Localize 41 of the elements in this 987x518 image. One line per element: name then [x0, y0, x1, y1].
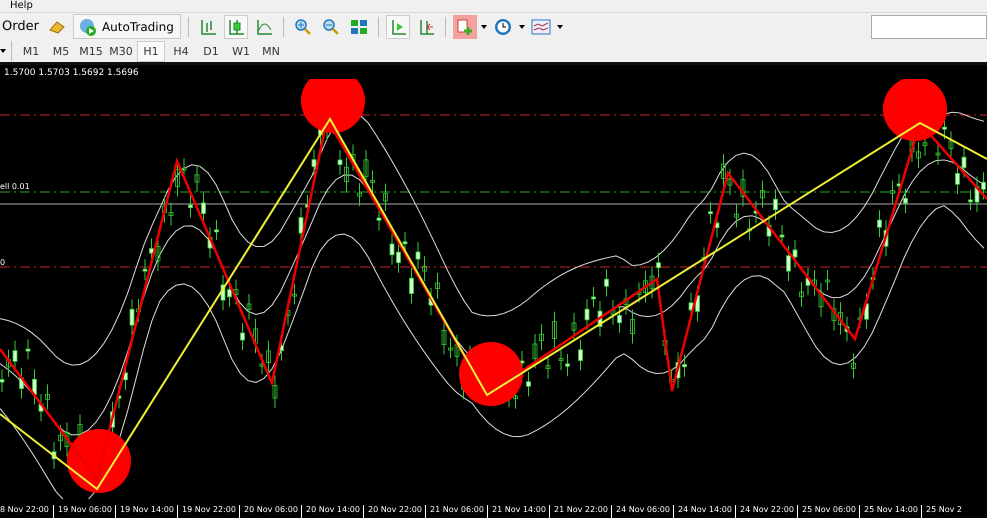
- level-label: 0: [0, 258, 6, 267]
- time-axis-label: 8 Nov 22:00: [0, 505, 50, 516]
- caret-icon: [556, 24, 563, 28]
- level-label: ell 0.01: [0, 182, 30, 191]
- time-axis-label: 19 Nov 22:00: [177, 505, 239, 518]
- candlestick-icon[interactable]: [224, 14, 248, 38]
- time-axis-label: 20 Nov 14:00: [301, 505, 363, 518]
- time-axis-label: 19 Nov 06:00: [53, 505, 115, 518]
- autotrading-button[interactable]: AutoTrading: [72, 14, 181, 39]
- time-axis-label: 19 Nov 14:00: [115, 505, 177, 518]
- timeframe-tab[interactable]: M30: [107, 40, 135, 62]
- time-axis-label: 24 Nov 22:00: [735, 505, 797, 518]
- timeframe-tab[interactable]: H4: [167, 40, 195, 62]
- time-axis-label: 25 Nov 2: [921, 505, 983, 518]
- time-axis-label: 21 Nov 14:00: [487, 505, 549, 518]
- timeframe-tab[interactable]: M5: [47, 40, 75, 62]
- time-axis-label: 25 Nov 14:00: [859, 505, 921, 518]
- timeframe-tab[interactable]: MN: [257, 40, 285, 62]
- new-order-button[interactable]: Order: [0, 14, 41, 38]
- time-axis-label: 25 Nov 06:00: [797, 505, 859, 518]
- ohlc-readout: 1.5700 1.5703 1.5692 1.5696: [4, 68, 139, 78]
- timeframe-tab[interactable]: M15: [77, 40, 105, 62]
- timeframe-tab[interactable]: M1: [17, 40, 45, 62]
- time-axis-label: 24 Nov 06:00: [611, 505, 673, 518]
- time-axis-label: 21 Nov 06:00: [425, 505, 487, 518]
- add-indicator-icon[interactable]: [452, 14, 477, 38]
- timeframe-tab[interactable]: H1: [137, 40, 165, 62]
- timeframe-tab[interactable]: D1: [197, 40, 225, 62]
- time-axis-label: 21 Nov 22:00: [549, 505, 611, 518]
- time-axis-label: 20 Nov 06:00: [239, 505, 301, 518]
- time-axis-label: 20 Nov 22:00: [363, 505, 425, 518]
- circle-marker: [67, 429, 131, 493]
- menu-item[interactable]: Help: [10, 0, 33, 12]
- caret-icon: [480, 24, 487, 28]
- caret-icon: [518, 24, 525, 28]
- search-field[interactable]: [871, 14, 987, 38]
- time-axis-label: 24 Nov 14:00: [673, 505, 735, 518]
- circle-marker: [459, 342, 523, 406]
- caret-icon: [0, 49, 6, 53]
- autoscroll-icon[interactable]: [386, 14, 410, 38]
- timeframe-tab[interactable]: W1: [227, 40, 255, 62]
